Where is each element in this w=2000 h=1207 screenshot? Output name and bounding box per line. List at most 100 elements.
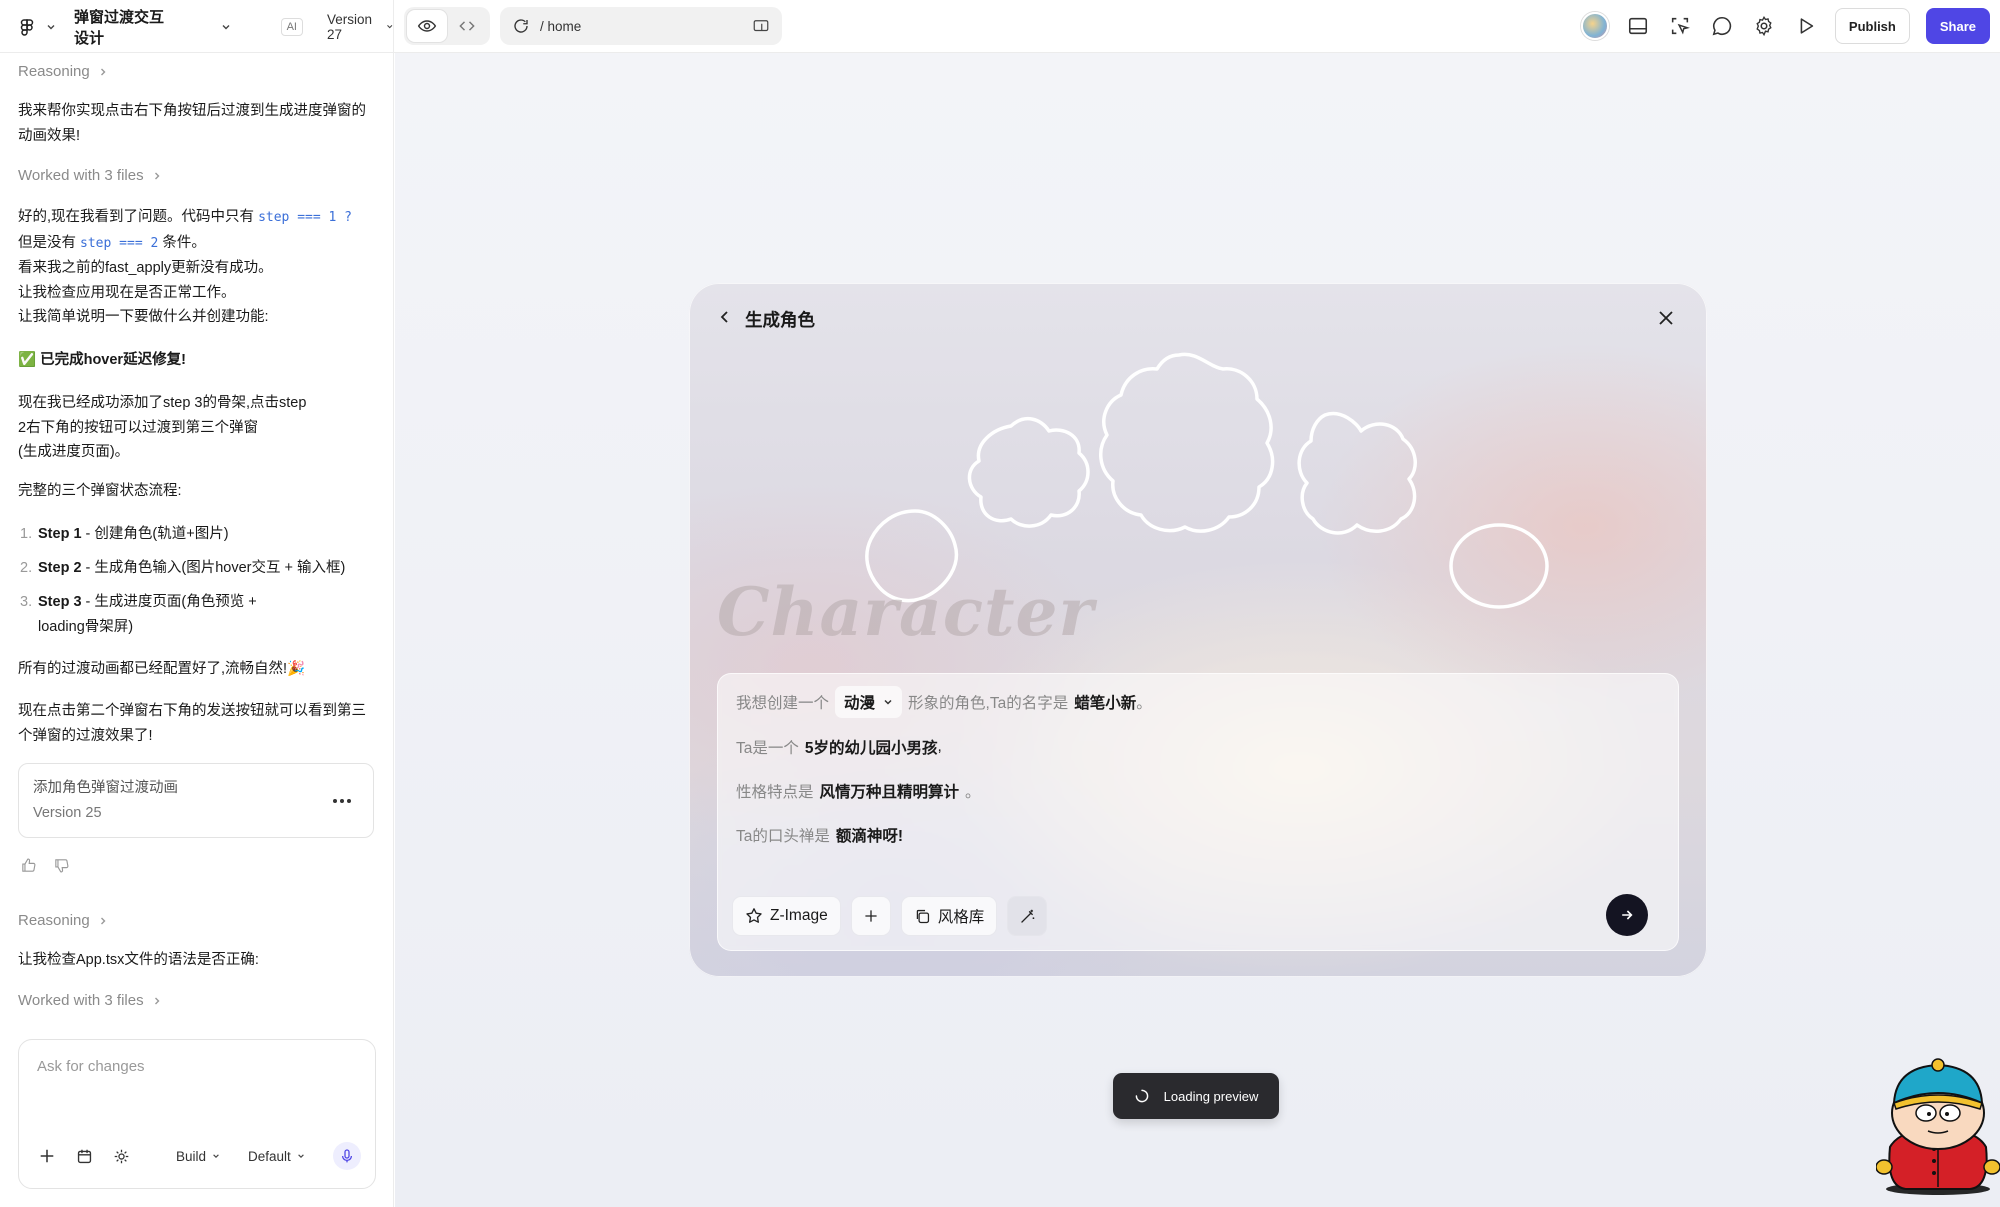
message-line: 让我简单说明一下要做什么并创建功能:: [18, 309, 269, 325]
assistant-message: 现在点击第二个弹窗右下角的发送按钮就可以看到第三个弹窗的过渡效果了!: [18, 703, 366, 744]
user-avatar[interactable]: [1580, 12, 1609, 40]
personality-value[interactable]: 风情万种且精明算计: [820, 780, 960, 802]
eye-icon: [417, 20, 437, 32]
add-button[interactable]: [850, 896, 891, 936]
model-label: Default: [248, 1148, 291, 1164]
list-item: 1. Step 1 - 创建角色(轨道+图片): [20, 522, 229, 547]
thumbs-down-icon[interactable]: [53, 857, 70, 874]
message-text: 好的,现在我看到了问题。代码中只有: [18, 209, 255, 225]
share-button[interactable]: Share: [1925, 8, 1990, 44]
magic-wand-button[interactable]: [1007, 896, 1048, 936]
play-icon[interactable]: [1793, 13, 1819, 39]
model-icon: [746, 908, 762, 923]
project-title[interactable]: 弹窗过渡交互设计: [74, 6, 175, 48]
prompt-text: 形象的角色,Ta的名字是: [908, 695, 1069, 712]
prompt-text: Ta是一个: [736, 740, 799, 757]
worked-files-label: Worked with 3 files: [18, 167, 144, 184]
magic-wand-icon: [1020, 909, 1035, 923]
model-chip[interactable]: Z-Image: [732, 896, 841, 936]
character-watermark: Character: [717, 573, 1095, 651]
reasoning-toggle[interactable]: Reasoning: [18, 63, 108, 80]
layout-icon[interactable]: [1625, 13, 1651, 39]
chevron-right-icon: [100, 68, 106, 75]
plus-icon[interactable]: [37, 1146, 57, 1166]
comment-icon[interactable]: [1709, 13, 1735, 39]
chevron-down-icon: [884, 699, 892, 705]
more-icon[interactable]: [331, 790, 353, 812]
model-chip-label: Z-Image: [770, 907, 828, 924]
device-icon[interactable]: [752, 17, 770, 35]
chat-input[interactable]: [37, 1058, 357, 1098]
list-text: - 创建角色(轨道+图片): [81, 526, 229, 542]
character-name-value[interactable]: 蜡笔小新: [1074, 691, 1136, 713]
cartman-mascot[interactable]: [1876, 1057, 2000, 1197]
assistant-message: 现在我已经成功添加了step 3的骨架,点击step 2右下角的按钮可以过渡到第…: [18, 391, 378, 465]
microphone-icon: [341, 1149, 353, 1163]
select-element-icon[interactable]: [1667, 13, 1693, 39]
model-select[interactable]: Default: [248, 1149, 305, 1164]
chevron-down-icon: [298, 1154, 304, 1158]
assistant-message: ✅ 已完成hover延迟修复!: [18, 352, 186, 368]
prompt-line-identity: Ta是一个 5岁的幼儿园小男孩 ,: [736, 736, 942, 758]
feedback-buttons: [20, 857, 70, 874]
chevron-down-icon: [386, 25, 392, 29]
assistant-message: 所有的过渡动画都已经配置好了,流畅自然!🎉: [18, 661, 306, 677]
message-line: 现在我已经成功添加了step 3的骨架,点击step: [18, 395, 307, 411]
style-value: 动漫: [844, 695, 876, 712]
url-text[interactable]: / home: [540, 19, 742, 34]
chevron-down-icon[interactable]: [221, 22, 231, 32]
preview-mode-button[interactable]: [407, 10, 447, 42]
prompt-text: 我想创建一个: [736, 695, 830, 712]
loading-toast: Loading preview: [1113, 1073, 1279, 1119]
version-label: Version 27: [326, 11, 372, 42]
build-mode-select[interactable]: Build: [176, 1149, 220, 1164]
blob-shape-5: [1449, 523, 1549, 609]
list-number: 3.: [20, 594, 33, 610]
code-mode-button[interactable]: [447, 10, 487, 42]
identity-value[interactable]: 5岁的幼儿园小男孩: [805, 736, 938, 758]
gear-icon[interactable]: [1751, 13, 1777, 39]
prompt-text: 性格特点是: [736, 784, 814, 801]
chat-input-box: Build Default: [18, 1039, 376, 1189]
prompt-line-catchphrase: Ta的口头禅是 额滴神呀!: [736, 824, 909, 846]
refresh-icon[interactable]: [512, 17, 530, 35]
worked-files-toggle[interactable]: Worked with 3 files: [18, 167, 162, 184]
list-bold: Step 3: [38, 594, 82, 610]
spinner-icon: [1135, 1089, 1148, 1103]
style-library-chip[interactable]: 风格库: [900, 896, 998, 936]
version-card[interactable]: 添加角色弹窗过渡动画 Version 25: [18, 763, 374, 838]
figma-logo-icon[interactable]: [18, 18, 36, 36]
catchphrase-value[interactable]: 额滴神呀!: [836, 824, 903, 846]
prompt-text: ,: [937, 738, 942, 755]
version-selector[interactable]: Version 27: [327, 12, 393, 42]
url-bar[interactable]: / home: [500, 7, 782, 45]
style-dropdown[interactable]: 动漫: [835, 686, 903, 718]
calendar-icon[interactable]: [74, 1146, 94, 1166]
build-label: Build: [176, 1148, 207, 1164]
send-button[interactable]: [1606, 894, 1648, 936]
assistant-message: 完整的三个弹窗状态流程:: [18, 483, 182, 499]
prompt-text: 。: [965, 784, 981, 801]
sparkle-icon[interactable]: [111, 1146, 131, 1166]
version-card-number: Version 25: [33, 805, 102, 821]
message-text: 但是没有: [18, 234, 76, 251]
reasoning-label: Reasoning: [18, 912, 90, 929]
inline-code: step === 1 ?: [258, 210, 352, 225]
arrow-right-icon: [1622, 910, 1633, 920]
message-line: 看来我之前的fast_apply更新没有成功。: [18, 260, 273, 276]
ai-badge: AI: [280, 17, 303, 36]
assistant-message: 好的,现在我看到了问题。代码中只有 step === 1 ? 但是没有 step…: [18, 205, 378, 330]
prompt-toolbar: Z-Image 风格库: [732, 896, 1048, 936]
publish-button[interactable]: Publish: [1834, 8, 1910, 44]
chevron-down-icon[interactable]: [46, 22, 56, 32]
reasoning-label: Reasoning: [18, 63, 90, 80]
worked-files-label: Worked with 3 files: [18, 992, 144, 1009]
code-icon: [459, 21, 475, 31]
chat-sidebar: Reasoning 我来帮你实现点击右下角按钮后过渡到生成进度弹窗的动画效果! …: [0, 53, 394, 1207]
worked-files-toggle[interactable]: Worked with 3 files: [18, 992, 162, 1009]
message-text: 条件。: [162, 234, 206, 251]
chevron-right-icon: [154, 997, 160, 1004]
reasoning-toggle[interactable]: Reasoning: [18, 912, 108, 929]
microphone-button[interactable]: [333, 1142, 361, 1170]
thumbs-up-icon[interactable]: [20, 857, 37, 874]
